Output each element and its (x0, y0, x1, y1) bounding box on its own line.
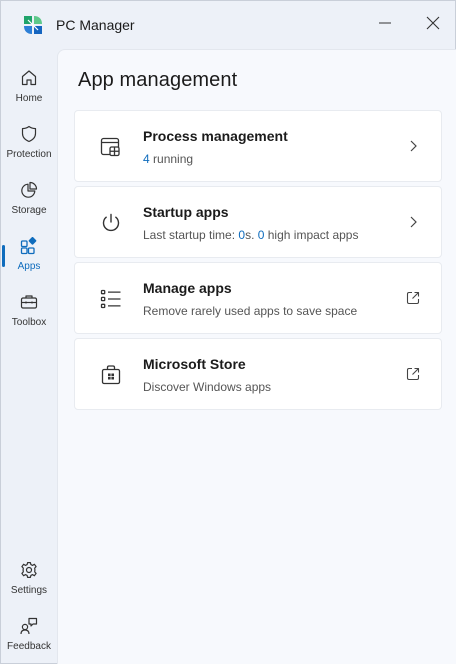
card-subtitle: 4 running (143, 152, 193, 166)
sidebar-item-label: Settings (10, 585, 48, 596)
sidebar-nav: Home Protection Storage Apps Toolbox Set… (1, 49, 57, 664)
toolbox-icon (19, 292, 39, 312)
sidebar-item-protection[interactable]: Protection (1, 119, 57, 171)
process-management-card[interactable]: Process management 4 running (74, 110, 442, 182)
sidebar-item-label: Apps (17, 261, 41, 272)
external-link-icon (405, 366, 421, 382)
list-icon (99, 287, 123, 311)
pc-manager-window: PC Manager Home Protection Storage Apps … (0, 0, 456, 664)
card-title: Startup apps (143, 204, 229, 220)
main-panel: App management Process management 4 runn… (57, 49, 456, 664)
card-subtitle: Last startup time: 0s. 0 high impact app… (143, 228, 358, 242)
card-title: Microsoft Store (143, 356, 246, 372)
startup-time-unit: s. (245, 228, 258, 242)
chevron-right-icon (405, 214, 421, 230)
home-icon (19, 68, 39, 88)
shield-icon (19, 124, 39, 144)
sidebar-item-settings[interactable]: Settings (1, 555, 57, 607)
sidebar-item-label: Feedback (7, 641, 51, 652)
running-count: 4 (143, 152, 150, 166)
sidebar-item-feedback[interactable]: Feedback (1, 611, 57, 663)
card-title: Manage apps (143, 280, 232, 296)
page-title: App management (78, 69, 238, 91)
minimize-icon (378, 16, 392, 35)
minimize-button[interactable] (365, 9, 405, 41)
gear-icon (19, 560, 39, 580)
startup-time-prefix: Last startup time: (143, 228, 239, 242)
feedback-icon (19, 616, 39, 636)
external-link-icon (405, 290, 421, 306)
sidebar-item-storage[interactable]: Storage (1, 175, 57, 227)
manage-apps-card[interactable]: Manage apps Remove rarely used apps to s… (74, 262, 442, 334)
close-button[interactable] (413, 9, 453, 41)
pc-manager-logo-icon (23, 15, 43, 35)
sidebar-item-label: Home (15, 93, 43, 104)
sidebar-item-home[interactable]: Home (1, 63, 57, 115)
title-bar: PC Manager (1, 1, 455, 49)
close-icon (426, 16, 440, 35)
chevron-right-icon (405, 138, 421, 154)
card-title: Process management (143, 128, 288, 144)
active-indicator (2, 245, 5, 267)
power-icon (99, 211, 123, 235)
high-impact-label: high impact apps (264, 228, 359, 242)
process-window-icon (99, 135, 123, 159)
card-subtitle: Remove rarely used apps to save space (143, 304, 358, 318)
card-subtitle: Discover Windows apps (143, 380, 272, 394)
store-bag-icon (99, 363, 123, 387)
sidebar-item-label: Toolbox (11, 317, 47, 328)
sidebar-item-apps[interactable]: Apps (1, 231, 57, 283)
sidebar-item-toolbox[interactable]: Toolbox (1, 287, 57, 339)
sidebar-item-label: Storage (11, 205, 47, 216)
sidebar-item-label: Protection (6, 149, 52, 160)
running-label: running (149, 152, 194, 166)
pie-chart-icon (19, 180, 39, 200)
startup-apps-card[interactable]: Startup apps Last startup time: 0s. 0 hi… (74, 186, 442, 258)
app-title: PC Manager (56, 17, 135, 33)
microsoft-store-card[interactable]: Microsoft Store Discover Windows apps (74, 338, 442, 410)
apps-icon (19, 236, 39, 256)
